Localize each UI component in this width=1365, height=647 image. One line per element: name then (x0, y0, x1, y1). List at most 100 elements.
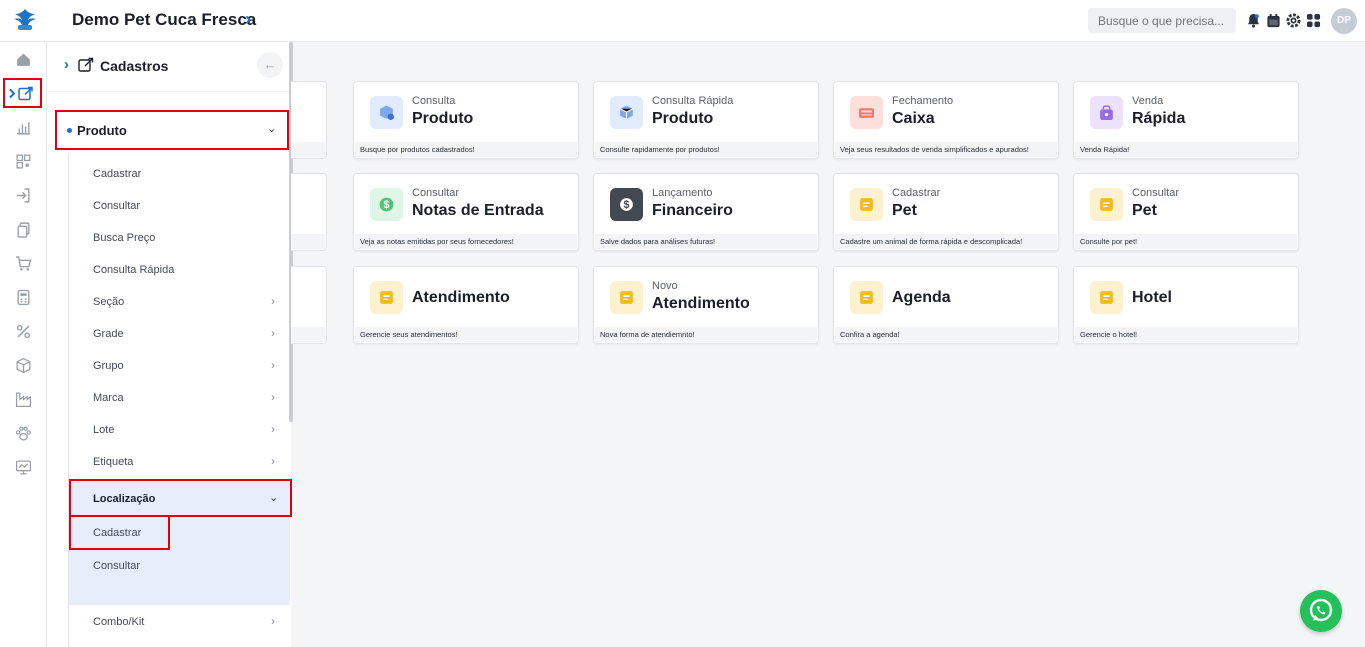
chevron-right-icon: › (271, 390, 275, 404)
search-input[interactable] (1088, 8, 1236, 33)
menu-item-consulta-rapida[interactable]: Consulta Rápida (93, 264, 174, 276)
drawer-header: › Cadastros ← (47, 42, 291, 92)
home-icon[interactable] (15, 51, 32, 68)
card-subtitle: Consultar (412, 187, 460, 199)
card-footer: Veja as notas emitidas por seus forneced… (355, 234, 577, 249)
cadastros-icon[interactable] (8, 85, 34, 102)
card-footer: Confira a agenda! (835, 327, 1057, 342)
card-novo-atendimento[interactable]: Novo Atendimento Nova forma de atendiemn… (593, 266, 819, 344)
money-bag-icon: $ (610, 188, 643, 221)
factory-icon[interactable] (15, 391, 32, 408)
card-consultar-pet[interactable]: Consultar Pet Consulte por pet! (1073, 173, 1299, 251)
card-cadastrar-pet[interactable]: Cadastrar Pet Cadastre um animal de form… (833, 173, 1059, 251)
card-venda-rapida[interactable]: Venda Rápida Venda Rápida! (1073, 81, 1299, 159)
menu-item-marca[interactable]: Marca (93, 392, 124, 404)
card-subtitle: Fechamento (892, 95, 954, 107)
login-icon[interactable] (15, 187, 32, 204)
card-fechamento-caixa[interactable]: Fechamento Caixa Veja seus resultados de… (833, 81, 1059, 159)
avatar[interactable]: DP (1331, 8, 1357, 34)
qr-code-icon[interactable] (15, 153, 32, 170)
chevron-right-icon: › (271, 326, 275, 340)
menu-item-localizacao-cadastrar[interactable]: Cadastrar (93, 527, 141, 539)
cube-icon (610, 96, 643, 129)
card-title: Hotel (1132, 289, 1172, 306)
menu-item-busca-preco[interactable]: Busca Preço (93, 232, 155, 244)
menu-item-etiqueta[interactable]: Etiqueta (93, 456, 133, 468)
menu-item-grupo[interactable]: Grupo (93, 360, 124, 372)
card-subtitle: Consultar (1132, 187, 1180, 199)
card-atendimento[interactable]: Atendimento Gerencie seus atendimentos! (353, 266, 579, 344)
menu-item-combo-kit[interactable]: Combo/Kit (93, 616, 144, 628)
group-produto-label: Produto (77, 123, 127, 138)
chevron-right-icon: › (271, 614, 275, 628)
collapse-drawer-button[interactable]: ← (257, 52, 283, 78)
card-title: Produto (412, 110, 474, 127)
apps-grid-icon[interactable] (1306, 13, 1321, 28)
card-title: Notas de Entrada (412, 202, 544, 219)
percent-icon[interactable] (15, 323, 32, 340)
card-footer: Venda Rápida! (1075, 142, 1297, 157)
menu-item-secao[interactable]: Seção (93, 296, 124, 308)
logo-icon[interactable] (10, 5, 40, 35)
chevron-right-icon: › (271, 454, 275, 468)
paw-icon[interactable] (15, 425, 32, 442)
svg-text:$: $ (624, 199, 630, 211)
chevron-right-icon: › (64, 56, 69, 73)
group-produto[interactable]: Produto ⌄ (55, 110, 289, 150)
cadastros-drawer: › Cadastros ← Produto ⌄ Cadastrar Consul… (47, 42, 292, 647)
pet-card-icon (1090, 188, 1123, 221)
card-footer: Consulte por pet! (1075, 234, 1297, 249)
left-rail (0, 42, 47, 647)
card-title: Pet (1132, 202, 1157, 219)
active-dot-icon (67, 128, 72, 133)
menu-item-cadastrar[interactable]: Cadastrar (93, 168, 141, 180)
service-card-icon (370, 281, 403, 314)
card-hidden[interactable] (291, 173, 327, 251)
chevron-down-icon: ⌄ (267, 123, 277, 135)
card-title: Atendimento (412, 289, 510, 306)
card-notas-entrada[interactable]: $ Consultar Notas de Entrada Veja as not… (353, 173, 579, 251)
menu-item-lote[interactable]: Lote (93, 424, 114, 436)
card-footer: Cadastre um animal de forma rápida e des… (835, 234, 1057, 249)
service-card-icon (610, 281, 643, 314)
card-subtitle: Novo (652, 280, 678, 292)
card-hidden[interactable] (291, 266, 327, 344)
card-agenda[interactable]: Agenda Confira a agenda! (833, 266, 1059, 344)
card-hotel[interactable]: Hotel Gerencie o hotel! (1073, 266, 1299, 344)
pet-card-icon (850, 188, 883, 221)
app-title[interactable]: Demo Pet Cuca Fresca (72, 10, 256, 30)
cart-icon[interactable] (15, 255, 32, 272)
box-icon[interactable] (15, 357, 32, 374)
card-title: Produto (652, 110, 714, 127)
card-title: Agenda (892, 289, 951, 306)
card-title: Atendimento (652, 295, 750, 312)
card-footer: Veja seus resultados de venda simplifica… (835, 142, 1057, 157)
bar-chart-icon[interactable] (15, 119, 32, 136)
chevron-right-icon[interactable]: › (245, 9, 251, 30)
menu-item-localizacao-consultar[interactable]: Consultar (93, 560, 140, 572)
notification-bell-icon[interactable] (1246, 13, 1261, 28)
calculator-icon[interactable] (15, 289, 32, 306)
card-title: Financeiro (652, 202, 733, 219)
card-footer: Salve dados para análises futuras! (595, 234, 817, 249)
card-subtitle: Lançamento (652, 187, 713, 199)
card-lancamento-financeiro[interactable]: $ Lançamento Financeiro Salve dados para… (593, 173, 819, 251)
card-hidden[interactable] (291, 81, 327, 159)
chevron-right-icon: › (271, 294, 275, 308)
card-title: Rápida (1132, 110, 1186, 127)
agenda-card-icon (850, 281, 883, 314)
menu-item-consultar[interactable]: Consultar (93, 200, 140, 212)
card-footer: Gerencie o hotel! (1075, 327, 1297, 342)
card-consulta-produto[interactable]: Consulta Produto Busque por produtos cad… (353, 81, 579, 159)
presentation-icon[interactable] (15, 459, 32, 476)
whatsapp-button[interactable] (1300, 590, 1342, 632)
card-subtitle: Venda (1132, 95, 1164, 107)
cash-register-icon (850, 96, 883, 129)
calendar-icon[interactable] (1266, 13, 1281, 28)
menu-item-localizacao-label: Localização (93, 493, 156, 505)
card-consulta-rapida-produto[interactable]: Consulta Rápida Produto Consulte rapidam… (593, 81, 819, 159)
card-footer: Gerencie seus atendimentos! (355, 327, 577, 342)
gear-icon[interactable] (1286, 13, 1301, 28)
menu-item-grade[interactable]: Grade (93, 328, 124, 340)
copy-icon[interactable] (15, 221, 32, 238)
